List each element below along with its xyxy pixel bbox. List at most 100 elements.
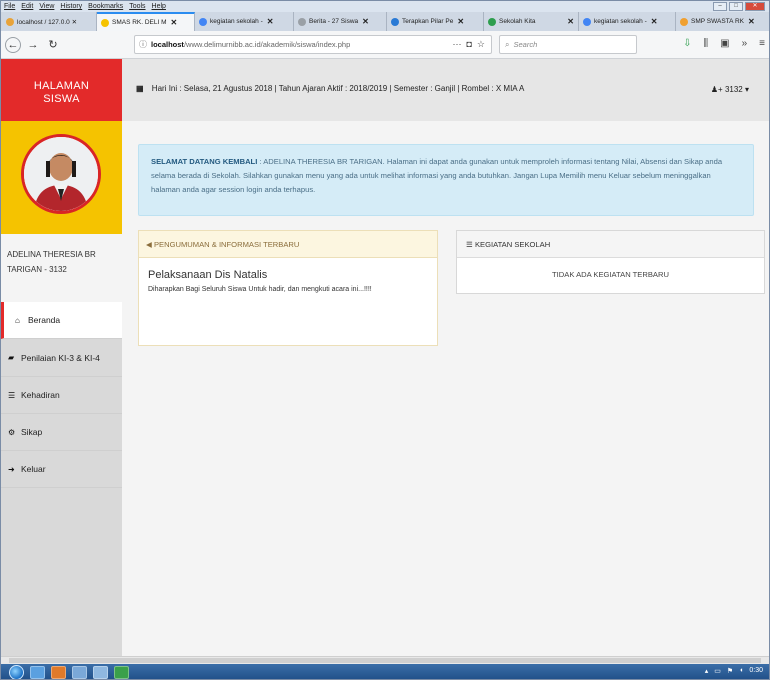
google-icon [583,17,591,26]
tab-label: localhost / 127.0.0 ✕ [17,18,78,26]
maximize-button[interactable]: □ [729,2,743,11]
close-tab-icon[interactable]: ✕ [171,18,178,27]
back-button[interactable]: ← [5,36,21,53]
taskbar: ▴ ▭ ⚑ ◖ 0:30 [1,664,769,679]
browser-window: File Edit View History Bookmarks Tools H… [0,0,770,680]
tab-label: kegiatan sekolah - [210,18,263,25]
sidebar-brand[interactable]: HALAMAN SISWA [1,59,122,121]
book-icon: ▰ [8,353,15,362]
favicon-icon [391,17,399,26]
bullhorn-icon: ◀ [146,240,152,249]
favicon-icon [298,17,306,26]
brand-line-2: SISWA [43,93,80,105]
navigation-bar: ← → ↻ ⓘ localhost /www.delimurnibb.ac.id… [1,31,769,59]
kegiatan-header-label: KEGIATAN SEKOLAH [474,240,551,249]
kegiatan-header: ☰ KEGIATAN SEKOLAH [457,231,764,258]
tab-kegiatan-sekolah-2[interactable]: kegiatan sekolah - ✕ [579,12,676,31]
app-icon[interactable] [114,666,129,679]
close-tab-icon[interactable]: ✕ [567,17,574,26]
explorer-icon[interactable] [30,666,45,679]
close-tab-icon[interactable]: ✕ [748,17,755,26]
close-tab-icon[interactable]: ✕ [267,17,274,26]
site-info-icon[interactable]: ⓘ [139,39,147,50]
calendar-icon: ▦ [136,84,144,93]
menu-help[interactable]: Help [152,3,166,10]
tab-berita[interactable]: Berita - 27 Siswa ✕ [294,12,387,31]
url-bar[interactable]: ⓘ localhost /www.delimurnibb.ac.id/akade… [134,35,492,54]
sidebar-item-kehadiran[interactable]: ☰ Kehadiran [1,377,122,414]
tray-arrow-icon[interactable]: ▴ [705,667,709,675]
url-actions: ··· ◘ ☆ [452,39,485,50]
date-info-text: Hari Ini : Selasa, 21 Agustus 2018 | Tah… [151,84,525,93]
menu-view[interactable]: View [39,3,54,10]
welcome-heading: SELAMAT DATANG KEMBALI [151,157,258,166]
forward-button[interactable]: → [25,37,41,53]
favicon-icon [680,17,688,26]
tab-label: SMP SWASTA RK [691,18,744,25]
announcement-panel: ◀ PENGUMUMAN & INFORMASI TERBARU Pelaksa… [138,230,438,346]
sign-out-icon: ➜ [8,464,15,474]
menu-file[interactable]: File [4,3,15,10]
users-icon: ♟+ [710,85,723,94]
user-menu-label: 3132 ▾ [724,85,749,94]
tab-sekolah-kita[interactable]: Sekolah Kita ✕ [484,12,579,31]
tab-label: kegiatan sekolah - [594,18,647,25]
flag-icon[interactable]: ⚑ [727,667,733,675]
tab-localhost[interactable]: localhost / 127.0.0 ✕ [2,12,97,31]
reload-button[interactable]: ↻ [45,37,61,53]
avatar-panel [1,121,122,234]
tab-terapkan-pilar[interactable]: Terapkan Pilar Pe ✕ [387,12,484,31]
student-photo-icon [24,137,98,211]
download-icon[interactable]: ⇩ [683,38,691,49]
close-tab-icon[interactable]: ✕ [362,17,369,26]
start-button[interactable] [9,665,24,679]
network-icon[interactable]: ▭ [714,667,721,675]
list-icon: ☰ [8,390,16,400]
sidebar-toggle-icon[interactable]: ▣ [720,38,729,49]
url-host: localhost [151,40,184,49]
sidebar-item-penilaian[interactable]: ▰ Penilaian KI-3 & KI-4 [1,339,122,377]
volume-icon[interactable]: ◖ [739,667,743,675]
announcement-header-label: PENGUMUMAN & INFORMASI TERBARU [153,240,300,249]
overflow-chevron-icon[interactable]: » [742,38,748,49]
menu-tools[interactable]: Tools [129,3,145,10]
close-tab-icon[interactable]: ✕ [651,17,658,26]
tab-bar: localhost / 127.0.0 ✕ SMAS RK. DELI M ✕ … [1,12,769,31]
page-actions-icon[interactable]: ··· [452,39,461,50]
sidebar-item-keluar[interactable]: ➜ Keluar [1,451,122,488]
close-tab-icon[interactable]: ✕ [457,17,464,26]
hamburger-menu-icon[interactable]: ≡ [759,38,765,49]
tab-kegiatan-sekolah[interactable]: kegiatan sekolah - ✕ [195,12,294,31]
gears-icon: ⚙ [8,427,16,437]
library-icon[interactable]: ⫼ [704,38,709,49]
menu-edit[interactable]: Edit [21,3,33,10]
search-input[interactable]: ⌕ Search [499,35,637,54]
menu-bar: File Edit View History Bookmarks Tools H… [1,1,769,12]
tab-smas-rk-deli[interactable]: SMAS RK. DELI M ✕ [97,12,195,31]
minimize-button[interactable]: – [713,2,727,11]
clock[interactable]: 0:30 [749,667,763,675]
menu-bookmarks[interactable]: Bookmarks [88,3,123,10]
firefox-icon[interactable] [51,666,66,679]
sidebar: HALAMAN SISWA ADELINA THERESIA BR TARIGA… [1,59,122,656]
sidebar-item-beranda[interactable]: ⌂ Beranda [1,302,122,339]
kegiatan-empty-message: TIDAK ADA KEGIATAN TERBARU [552,270,669,279]
tab-label: SMAS RK. DELI M [112,19,167,26]
window-icon[interactable] [93,666,108,679]
close-window-button[interactable]: ✕ [745,2,765,11]
tab-smp-swasta[interactable]: SMP SWASTA RK ✕ [676,12,768,31]
student-name: ADELINA THERESIA BR TARIGAN - 3132 [1,234,122,302]
user-menu[interactable]: ♟+ 3132 ▾ [711,85,749,94]
sidebar-item-label: Sikap [21,427,43,437]
announcement-title: Pelaksanaan Dis Natalis [148,269,268,281]
tab-label: Berita - 27 Siswa [309,18,359,25]
menu-history[interactable]: History [60,3,82,10]
folder-icon[interactable] [72,666,87,679]
horizontal-scrollbar[interactable] [1,656,769,664]
pocket-icon[interactable]: ◘ [466,39,471,50]
bookmark-star-icon[interactable]: ☆ [477,39,485,50]
sidebar-item-label: Penilaian KI-3 & KI-4 [21,352,100,363]
date-info: ▦ Hari Ini : Selasa, 21 Agustus 2018 | T… [136,84,524,93]
sidebar-item-sikap[interactable]: ⚙ Sikap [1,414,122,451]
scrollbar-thumb[interactable] [9,658,761,663]
